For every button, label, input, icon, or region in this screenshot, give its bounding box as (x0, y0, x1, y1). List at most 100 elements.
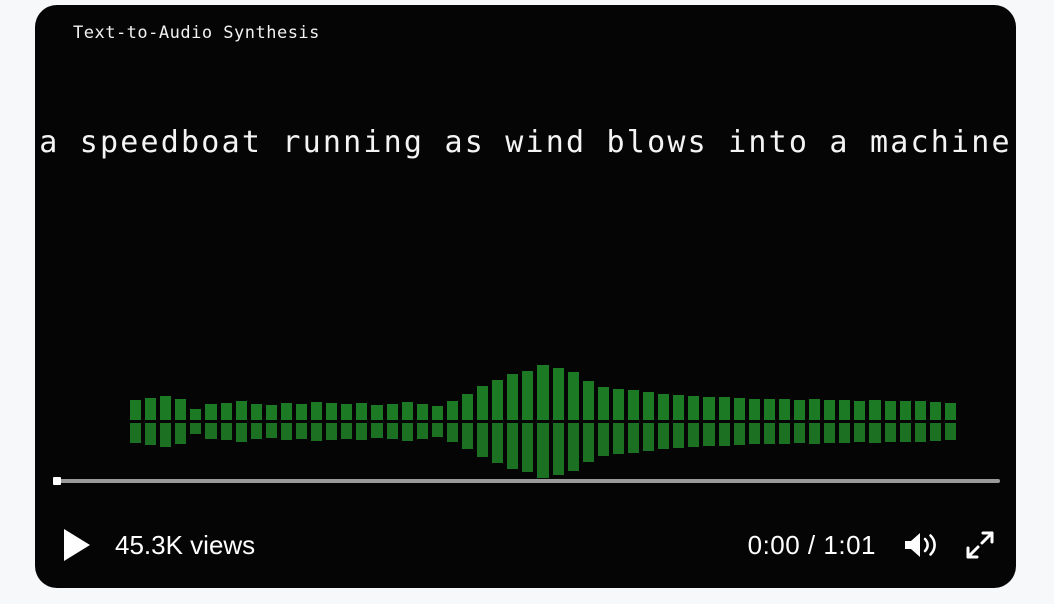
waveform-bar (944, 402, 956, 420)
waveform-bar (537, 365, 549, 420)
waveform-bar (431, 406, 443, 420)
waveform-bar-mirror (371, 423, 383, 438)
waveform-bar-mirror (552, 423, 564, 476)
waveform-bar-mirror (688, 423, 700, 448)
waveform-bar (446, 400, 458, 420)
player-controls-left: 45.3K views (61, 510, 255, 580)
waveform-bar (628, 390, 640, 420)
caption-row: a speedboat running as wind blows into a… (35, 125, 1016, 160)
waveform-bar-mirror (718, 423, 730, 446)
waveform-bar (462, 393, 474, 420)
waveform-bar (326, 403, 338, 420)
waveform-bar (145, 398, 157, 420)
waveform-bar-mirror (929, 423, 941, 442)
waveform-bar (341, 404, 353, 420)
waveform-bar-mirror (145, 423, 157, 445)
progress-bar-track[interactable] (53, 477, 1000, 485)
waveform-bar (748, 398, 760, 420)
waveform-bar (492, 379, 504, 420)
waveform-bar (190, 408, 202, 420)
waveform-bar (658, 393, 670, 420)
waveform-bar-mirror (190, 423, 202, 435)
waveform-bar (477, 386, 489, 420)
waveform-bar (778, 398, 790, 420)
waveform-bar-mirror (492, 423, 504, 464)
waveform-bar-mirror (733, 423, 745, 445)
waveform-bar-mirror (160, 423, 172, 448)
waveform-bar (371, 405, 383, 420)
waveform-bar (567, 371, 579, 420)
audio-prompt-caption: a speedboat running as wind blows into a… (39, 125, 1012, 160)
waveform-bar-mirror (628, 423, 640, 453)
waveform-bar (265, 404, 277, 420)
waveform-bar-mirror (311, 423, 323, 442)
waveform-bar (597, 387, 609, 420)
waveform-bar-mirror (944, 423, 956, 441)
waveform-bar-mirror (416, 423, 428, 439)
waveform-bar-mirror (522, 423, 534, 473)
waveform-bar-mirror (658, 423, 670, 450)
waveform-bar-mirror (914, 423, 926, 443)
waveform-bar-mirror (446, 423, 458, 443)
waveform-bar (160, 395, 172, 420)
waveform-bar-mirror (356, 423, 368, 441)
waveform-bar-mirror (794, 423, 806, 444)
waveform-bar-mirror (341, 423, 353, 439)
waveform-bar (250, 403, 262, 420)
waveform-bar (205, 404, 217, 420)
waveform-bar (356, 402, 368, 420)
view-count-label: 45.3K views (115, 529, 256, 560)
waveform-bar (582, 380, 594, 420)
play-icon (64, 529, 90, 561)
waveform-bar (869, 400, 881, 420)
waveform-bar (673, 394, 685, 420)
waveform-bar (311, 401, 323, 420)
player-controls-right: 0:00 / 1:01 (748, 510, 996, 580)
waveform-bar (839, 399, 851, 420)
waveform-bar-mirror (326, 423, 338, 440)
waveform-bar (507, 373, 519, 420)
play-button[interactable] (61, 528, 93, 562)
waveform-bar (175, 398, 187, 420)
waveform-bar-mirror (899, 423, 911, 442)
waveform-bar (416, 404, 428, 420)
waveform-bar (824, 400, 836, 420)
waveform-bar-mirror (507, 423, 519, 470)
waveform-bar-mirror (839, 423, 851, 444)
waveform-bar (522, 370, 534, 420)
waveform-bar-mirror (280, 423, 292, 441)
waveform-bar-mirror (296, 423, 308, 440)
waveform-bar (794, 399, 806, 420)
waveform-bar-mirror (386, 423, 398, 440)
waveform-bar (643, 391, 655, 420)
waveform-bar-mirror (612, 423, 624, 454)
audio-waveform[interactable] (128, 355, 958, 487)
time-display: 0:00 / 1:01 (747, 529, 876, 560)
waveform-bar-mirror (778, 423, 790, 445)
waveform-bar-mirror (431, 423, 443, 437)
waveform-bar-mirror (477, 423, 489, 457)
waveform-bar (552, 367, 564, 420)
waveform-bar (914, 400, 926, 420)
waveform-bar-mirror (809, 423, 821, 444)
fullscreen-button[interactable] (964, 529, 996, 561)
waveform-bar-mirror (130, 423, 142, 444)
volume-button[interactable] (902, 529, 938, 561)
progress-bar-handle[interactable] (53, 477, 61, 485)
waveform-bar (130, 399, 142, 420)
waveform-bar-mirror (250, 423, 262, 440)
waveform-bar (235, 401, 247, 420)
waveform-bar-mirror (220, 423, 232, 441)
waveform-bar-mirror (869, 423, 881, 443)
volume-icon (905, 533, 936, 557)
waveform-bar (854, 400, 866, 420)
waveform-bar (612, 389, 624, 420)
waveform-bar (884, 400, 896, 420)
waveform-bar-mirror (582, 423, 594, 463)
waveform-bar-mirror (462, 423, 474, 450)
waveform-bar (280, 402, 292, 420)
waveform-bar-mirror (763, 423, 775, 444)
waveform-bar (703, 396, 715, 420)
page-title: Text-to-Audio Synthesis (73, 23, 320, 43)
waveform-bar-mirror (401, 423, 413, 442)
